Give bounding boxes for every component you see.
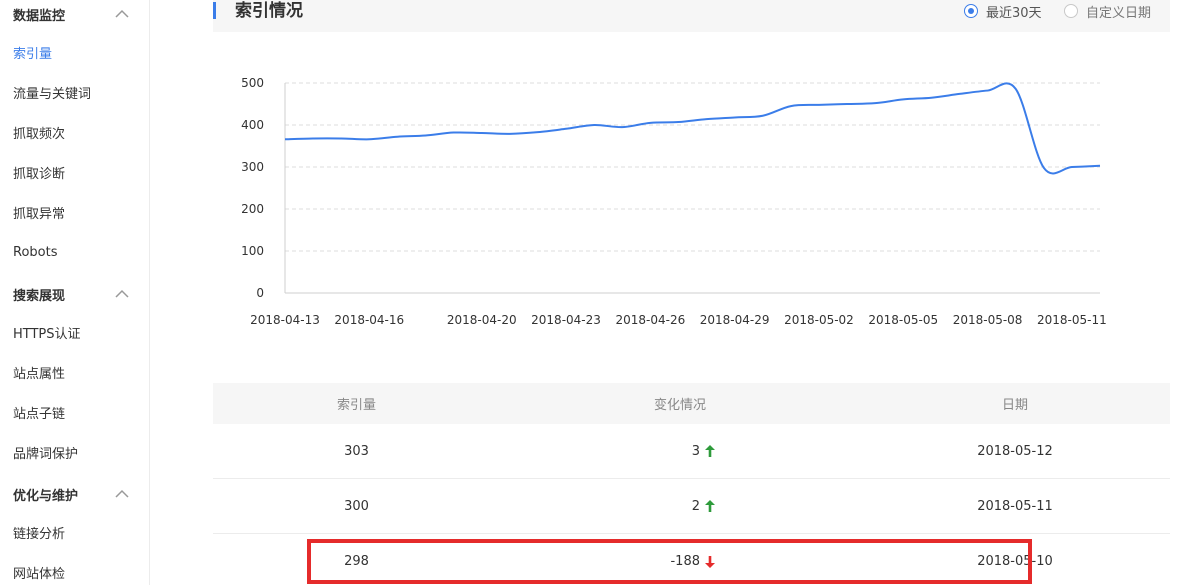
y-tick-label: 200 bbox=[241, 202, 264, 216]
radio-checked-icon bbox=[964, 4, 978, 18]
x-tick-label: 2018-05-11 bbox=[1037, 313, 1107, 327]
radio-custom-date[interactable]: 自定义日期 bbox=[1064, 2, 1152, 21]
sidebar: 数据监控 索引量 流量与关键词 抓取频次 抓取诊断 抓取异常 Robots 搜索… bbox=[0, 0, 150, 585]
x-tick-label: 2018-04-13 bbox=[250, 313, 320, 327]
change-value: 2 bbox=[691, 498, 700, 514]
radio-recent-30-days[interactable]: 最近30天 bbox=[964, 2, 1042, 21]
sidebar-item-site-checkup[interactable]: 网站体检 bbox=[0, 552, 150, 585]
highlight-box bbox=[307, 539, 1032, 584]
sidebar-item-robots[interactable]: Robots bbox=[0, 232, 150, 272]
arrow-up-icon bbox=[705, 500, 715, 512]
header-change: 变化情况 bbox=[653, 398, 706, 413]
sidebar-item-https[interactable]: HTTPS认证 bbox=[0, 312, 150, 352]
chevron-up-icon bbox=[115, 9, 129, 18]
sidebar-item-crawl-diagnosis[interactable]: 抓取诊断 bbox=[0, 152, 150, 192]
chevron-up-icon bbox=[115, 289, 129, 298]
x-tick-label: 2018-04-29 bbox=[700, 313, 770, 327]
sidebar-item-label: 链接分析 bbox=[13, 526, 66, 542]
sidebar-item-label: 站点子链 bbox=[13, 406, 66, 422]
x-tick-label: 2018-04-20 bbox=[447, 313, 517, 327]
table-header: 索引量 变化情况 日期 bbox=[213, 383, 1170, 424]
sidebar-item-sitelinks[interactable]: 站点子链 bbox=[0, 392, 150, 432]
sidebar-item-traffic-keywords[interactable]: 流量与关键词 bbox=[0, 72, 150, 112]
sidebar-item-label: 流量与关键词 bbox=[13, 86, 92, 102]
radio-unchecked-icon bbox=[1064, 4, 1078, 18]
sidebar-item-label: 索引量 bbox=[13, 46, 53, 62]
arrow-up-icon bbox=[705, 445, 715, 457]
sidebar-item-label: 站点属性 bbox=[13, 366, 66, 382]
sidebar-item-link-analysis[interactable]: 链接分析 bbox=[0, 512, 150, 552]
sidebar-item-label: 品牌词保护 bbox=[13, 446, 79, 462]
cell-date: 2018-05-12 bbox=[977, 443, 1053, 459]
cell-date: 2018-05-11 bbox=[977, 498, 1053, 514]
index-volume-chart: 0 100 200 300 400 500 2018-04-13 2018-04-16 2018… bbox=[213, 40, 1170, 360]
cell-index-volume: 303 bbox=[344, 443, 369, 459]
x-tick-label: 2018-05-02 bbox=[784, 313, 854, 327]
page-title: 索引情况 bbox=[235, 1, 303, 21]
x-tick-label: 2018-05-05 bbox=[868, 313, 938, 327]
chevron-up-icon bbox=[115, 489, 129, 498]
sidebar-item-crawl-frequency[interactable]: 抓取频次 bbox=[0, 112, 150, 152]
sidebar-group-search-display[interactable]: 搜索展现 bbox=[0, 274, 150, 314]
change-value: 3 bbox=[691, 443, 700, 459]
section-header: 索引情况 最近30天 自定义日期 bbox=[213, 0, 1170, 32]
x-tick-label: 2018-05-08 bbox=[953, 313, 1023, 327]
sidebar-item-label: Robots bbox=[13, 244, 58, 260]
table-row: 300 2 2018-05-11 bbox=[213, 479, 1170, 534]
line-chart: 0 100 200 300 400 500 2018-04-13 2018-04-16 2018… bbox=[241, 76, 1107, 327]
page: 数据监控 索引量 流量与关键词 抓取频次 抓取诊断 抓取异常 Robots 搜索… bbox=[0, 0, 1182, 585]
sidebar-group-optimization[interactable]: 优化与维护 bbox=[0, 474, 150, 514]
sidebar-group-data-monitoring[interactable]: 数据监控 bbox=[0, 0, 150, 34]
sidebar-item-site-properties[interactable]: 站点属性 bbox=[0, 352, 150, 392]
cell-change: 2 bbox=[500, 499, 860, 514]
header-accent-bar bbox=[213, 2, 216, 19]
x-tick-label: 2018-04-26 bbox=[615, 313, 685, 327]
table-row: 303 3 2018-05-12 bbox=[213, 424, 1170, 479]
y-tick-label: 500 bbox=[241, 76, 264, 90]
sidebar-group-label: 优化与维护 bbox=[13, 488, 79, 504]
series-line bbox=[284, 82, 1101, 175]
y-tick-label: 300 bbox=[241, 160, 264, 174]
sidebar-item-label: HTTPS认证 bbox=[13, 326, 81, 342]
radio-label: 最近30天 bbox=[986, 5, 1042, 21]
sidebar-item-brand-protection[interactable]: 品牌词保护 bbox=[0, 432, 150, 472]
sidebar-item-label: 网站体检 bbox=[13, 566, 66, 582]
y-tick-label: 400 bbox=[241, 118, 264, 132]
sidebar-group-label: 数据监控 bbox=[13, 8, 66, 24]
header-index-volume: 索引量 bbox=[336, 398, 376, 413]
sidebar-item-index-volume[interactable]: 索引量 bbox=[0, 32, 150, 72]
sidebar-item-crawl-errors[interactable]: 抓取异常 bbox=[0, 192, 150, 232]
sidebar-item-label: 抓取异常 bbox=[13, 206, 66, 222]
sidebar-group-label: 搜索展现 bbox=[13, 288, 66, 304]
cell-change: 3 bbox=[500, 444, 860, 459]
header-date: 日期 bbox=[1001, 398, 1028, 413]
y-tick-label: 0 bbox=[256, 286, 264, 300]
radio-label: 自定义日期 bbox=[1086, 5, 1152, 21]
cell-index-volume: 300 bbox=[344, 498, 369, 514]
x-tick-label: 2018-04-16 bbox=[334, 313, 404, 327]
sidebar-item-label: 抓取频次 bbox=[13, 126, 66, 142]
x-tick-label: 2018-04-23 bbox=[531, 313, 601, 327]
sidebar-item-label: 抓取诊断 bbox=[13, 166, 66, 182]
y-tick-label: 100 bbox=[241, 244, 264, 258]
